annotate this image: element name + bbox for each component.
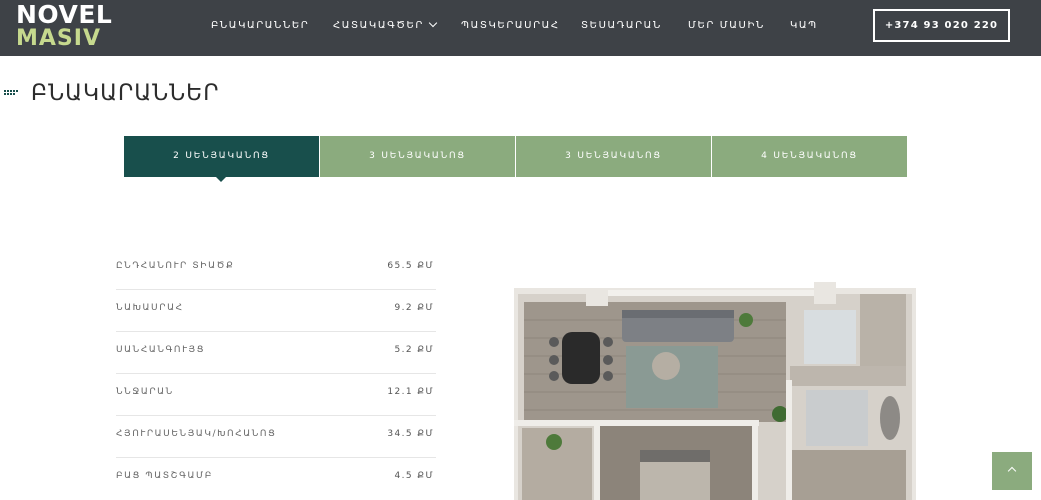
spec-row: ՆՆՋԱՐԱՆ 12.1 ՔՄ	[116, 374, 436, 416]
spec-label: ԲԱՑ ՊԱՏՇԳԱՄԲ	[116, 471, 213, 481]
spec-label: ՍԱՆՀԱՆԳՈՒՅՑ	[116, 345, 205, 355]
nav-item-apartments[interactable]: ԲՆԱԿԱՐԱՆՆԵՐ	[211, 19, 309, 33]
dots-icon	[4, 90, 18, 95]
spec-row: ՆԱԽԱՍՐԱՀ 9.2 ՔՄ	[116, 290, 436, 332]
tab-3-rooms-b[interactable]: 3 ՍԵՆՅԱԿԱՆՈՑ	[516, 136, 711, 177]
spec-row: ԲԱՑ ՊԱՏՇԳԱՄԲ 4.5 ՔՄ	[116, 458, 436, 500]
logo-wordmark-top: NOVEL	[16, 0, 113, 29]
logo-wordmark-bottom: MASIV	[16, 26, 101, 51]
scroll-to-top-button[interactable]	[992, 452, 1032, 490]
spec-label: ՆԱԽԱՍՐԱՀ	[116, 303, 184, 313]
nav-item-about[interactable]: ՄԵՐ ՄԱՍԻՆ	[688, 19, 765, 33]
spec-row: ՀՅՈՒՐԱՍԵՆՅԱԿ/ԽՈՀԱՆՈՑ 34.5 ՔՄ	[116, 416, 436, 458]
floor-plan-image	[514, 282, 916, 500]
spec-row: ՍԱՆՀԱՆԳՈՒՅՑ 5.2 ՔՄ	[116, 332, 436, 374]
spec-row: ԸՆԴՀԱՆՈՒՐ ՏԻԱԾՔ 65.5 ՔՄ	[116, 248, 436, 290]
spec-label: ՆՆՋԱՐԱՆ	[116, 387, 174, 397]
tab-3-rooms-a[interactable]: 3 ՍԵՆՅԱԿԱՆՈՑ	[320, 136, 515, 177]
spec-value: 4.5 ՔՄ	[394, 471, 434, 481]
phone-button[interactable]: +374 93 020 220	[873, 9, 1010, 42]
spec-value: 9.2 ՔՄ	[394, 303, 434, 313]
active-tab-indicator	[216, 177, 226, 182]
spec-value: 34.5 ՔՄ	[387, 429, 434, 439]
spec-value: 12.1 ՔՄ	[387, 387, 434, 397]
tab-2-rooms[interactable]: 2 ՍԵՆՅԱԿԱՆՈՑ	[124, 136, 319, 177]
nav-item-floor-plans-label: ՀԱՏԱԿԱԳԾԵՐ	[333, 20, 424, 31]
site-header: NOVEL MASIV ԲՆԱԿԱՐԱՆՆԵՐ ՀԱՏԱԿԱԳԾԵՐ ՊԱՏԿԵ…	[0, 0, 1041, 56]
page-title: ԲՆԱԿԱՐԱՆՆԵՐ	[31, 81, 220, 106]
nav-item-contact[interactable]: ԿԱՊ	[790, 19, 818, 33]
spec-value: 5.2 ՔՄ	[394, 345, 434, 355]
spec-label: ԸՆԴՀԱՆՈՒՐ ՏԻԱԾՔ	[116, 261, 235, 271]
tab-4-rooms[interactable]: 4 ՍԵՆՅԱԿԱՆՈՑ	[712, 136, 907, 177]
room-count-tabs: 2 ՍԵՆՅԱԿԱՆՈՑ 3 ՍԵՆՅԱԿԱՆՈՑ 3 ՍԵՆՅԱԿԱՆՈՑ 4…	[124, 136, 907, 182]
spec-value: 65.5 ՔՄ	[387, 261, 434, 271]
nav-item-gallery[interactable]: ՊԱՏԿԵՐԱՍՐԱՀ	[461, 19, 560, 33]
spec-label: ՀՅՈՒՐԱՍԵՆՅԱԿ/ԽՈՀԱՆՈՑ	[116, 429, 277, 439]
nav-item-showroom[interactable]: ՏԵՍԱԴԱՐԱՆ	[581, 19, 662, 33]
site-logo[interactable]: NOVEL MASIV	[16, 2, 128, 52]
chevron-up-icon	[1007, 466, 1017, 476]
nav-item-floor-plans[interactable]: ՀԱՏԱԿԱԳԾԵՐ	[333, 18, 438, 33]
chevron-down-icon	[428, 18, 438, 28]
